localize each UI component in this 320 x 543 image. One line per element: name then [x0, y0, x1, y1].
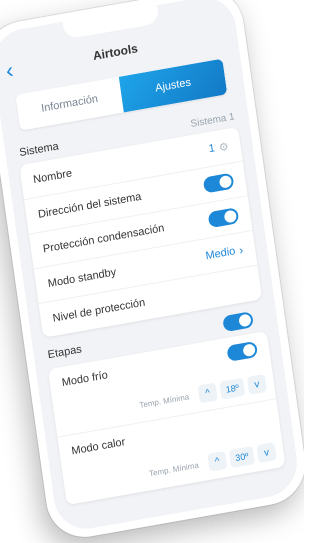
standby-value-group: Medio › — [205, 243, 244, 263]
frio-value: 18º — [219, 377, 246, 400]
etapas-card: Modo frío Temp. Mínima ^ 18º v Modo calo… — [47, 330, 286, 506]
frio-stepper: ^ 18º v — [197, 373, 268, 404]
chevron-down-icon[interactable]: v — [246, 373, 268, 395]
gear-icon[interactable]: ⚙ — [218, 139, 229, 154]
sistema-card: Nombre 1 ⚙ Dirección del sistema Protecc… — [19, 126, 263, 338]
row-value: 1 ⚙ — [207, 139, 229, 156]
chevron-right-icon: › — [238, 242, 245, 258]
section-title-etapas: Etapas — [47, 343, 83, 362]
section-title-sistema: Sistema — [18, 140, 60, 160]
calor-value: 30º — [228, 445, 256, 468]
phone-frame: ‹ Airtools Información Ajustes Sistema S… — [0, 0, 304, 543]
temp-min-label: Temp. Mínima — [148, 460, 200, 479]
chevron-up-icon[interactable]: ^ — [197, 382, 218, 404]
standby-value: Medio — [204, 245, 237, 263]
proteccion-toggle[interactable] — [207, 207, 240, 229]
calor-stepper: ^ 30º v — [207, 442, 277, 472]
app-screen: ‹ Airtools Información Ajustes Sistema S… — [0, 0, 302, 534]
nombre-value: 1 — [207, 142, 216, 156]
chevron-up-icon[interactable]: ^ — [207, 450, 228, 472]
stage: ‹ Airtools Información Ajustes Sistema S… — [0, 0, 304, 543]
system-name-hint: Sistema 1 — [189, 111, 236, 130]
frio-toggle[interactable] — [226, 340, 259, 362]
etapas-toggle[interactable] — [222, 311, 254, 333]
chevron-down-icon[interactable]: v — [256, 442, 277, 464]
temp-min-label: Temp. Mínima — [138, 392, 190, 410]
direccion-toggle[interactable] — [202, 172, 235, 194]
